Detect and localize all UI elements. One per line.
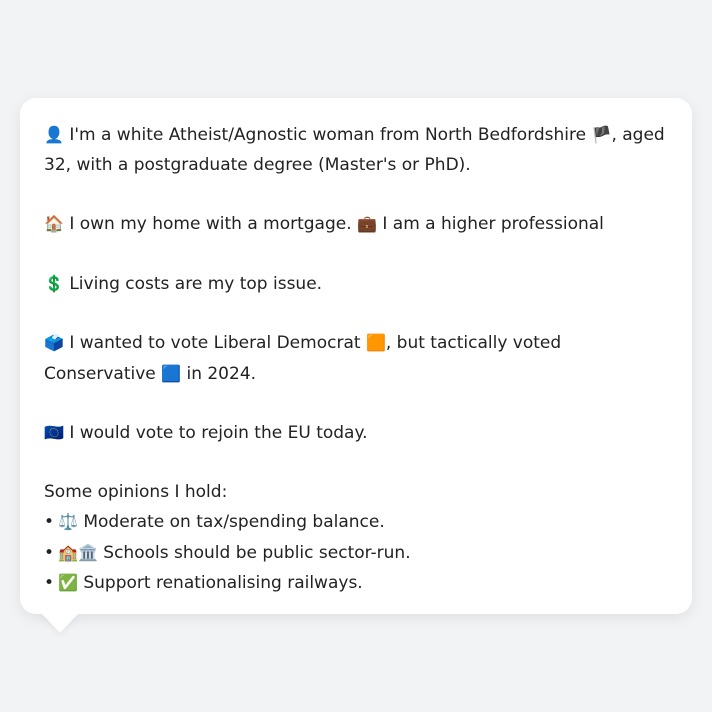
page: 👤 I'm a white Atheist/Agnostic woman fro…	[0, 0, 712, 712]
eu-paragraph: 🇪🇺 I would vote to rejoin the EU today.	[44, 418, 668, 449]
speech-bubble-tail	[40, 612, 80, 633]
vote-paragraph: 🗳️ I wanted to vote Liberal Democrat 🟧, …	[44, 328, 668, 389]
bullet-icon: •	[44, 542, 55, 563]
opinion-text: Moderate on tax/spending balance.	[77, 512, 385, 532]
england-flag-icon: 🏴	[591, 125, 612, 144]
eu-flag-icon: 🇪🇺	[44, 423, 64, 442]
bullet-icon: •	[44, 512, 55, 532]
list-item: • ⚖️ Moderate on tax/spending balance.	[44, 507, 668, 538]
opinion-text: Schools should be public sector-run.	[97, 542, 411, 563]
eu-text: I would vote to rejoin the EU today.	[63, 423, 368, 443]
list-item: • ✅ Support renationalising railways.	[44, 568, 668, 599]
vote-text-3: in 2024.	[181, 363, 257, 384]
person-icon: 👤	[44, 125, 64, 144]
identity-paragraph: 👤 I'm a white Atheist/Agnostic woman fro…	[44, 120, 668, 180]
check-mark-icon: ✅	[58, 573, 78, 592]
vote-text: I wanted to vote Liberal Democrat	[63, 333, 366, 353]
occupation-text: I am a higher professional	[376, 214, 604, 234]
issue-text: Living costs are my top issue.	[63, 273, 323, 294]
housing-paragraph: 🏠 I own my home with a mortgage. 💼 I am …	[44, 209, 668, 240]
ballot-box-icon: 🗳️	[44, 333, 64, 352]
briefcase-icon: 💼	[357, 214, 377, 233]
opinions-list: • ⚖️ Moderate on tax/spending balance. • 🏫…	[44, 507, 668, 599]
scales-icon: ⚖️	[58, 512, 78, 531]
blue-square-icon: 🟦	[161, 363, 182, 383]
orange-square-icon: 🟧	[365, 333, 386, 352]
identity-text: I'm a white Atheist/Agnostic woman from …	[63, 125, 592, 145]
list-item: • 🏫🏛️ Schools should be public sector-run…	[44, 538, 668, 569]
dollar-icon: 💲	[44, 273, 64, 293]
opinion-text: Support renationalising railways.	[77, 573, 363, 593]
housing-text: I own my home with a mortgage.	[63, 214, 358, 234]
opinions-heading: Some opinions I hold:	[44, 481, 228, 502]
school-building-icon: 🏫🏛️	[58, 542, 98, 562]
persona-speech-bubble: 👤 I'm a white Atheist/Agnostic woman fro…	[20, 98, 692, 614]
issue-paragraph: 💲 Living costs are my top issue.	[44, 269, 668, 300]
house-icon: 🏠	[44, 214, 64, 233]
bullet-icon: •	[44, 573, 55, 593]
